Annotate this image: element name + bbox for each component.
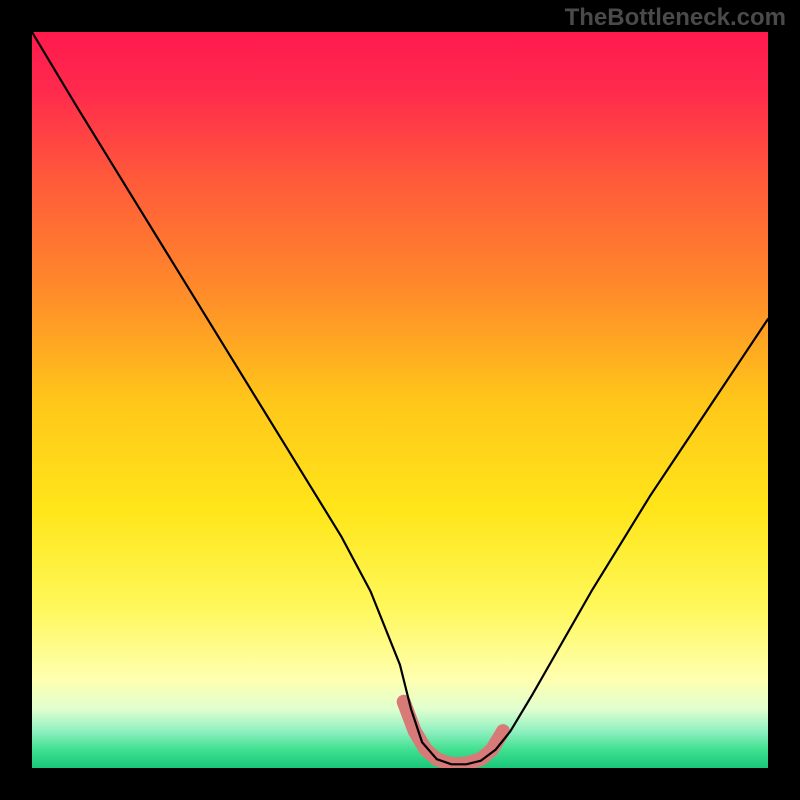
watermark-text: TheBottleneck.com bbox=[565, 4, 786, 32]
chart-frame: TheBottleneck.com bbox=[0, 0, 800, 800]
gradient-background bbox=[32, 32, 768, 768]
bottleneck-chart bbox=[0, 0, 800, 800]
